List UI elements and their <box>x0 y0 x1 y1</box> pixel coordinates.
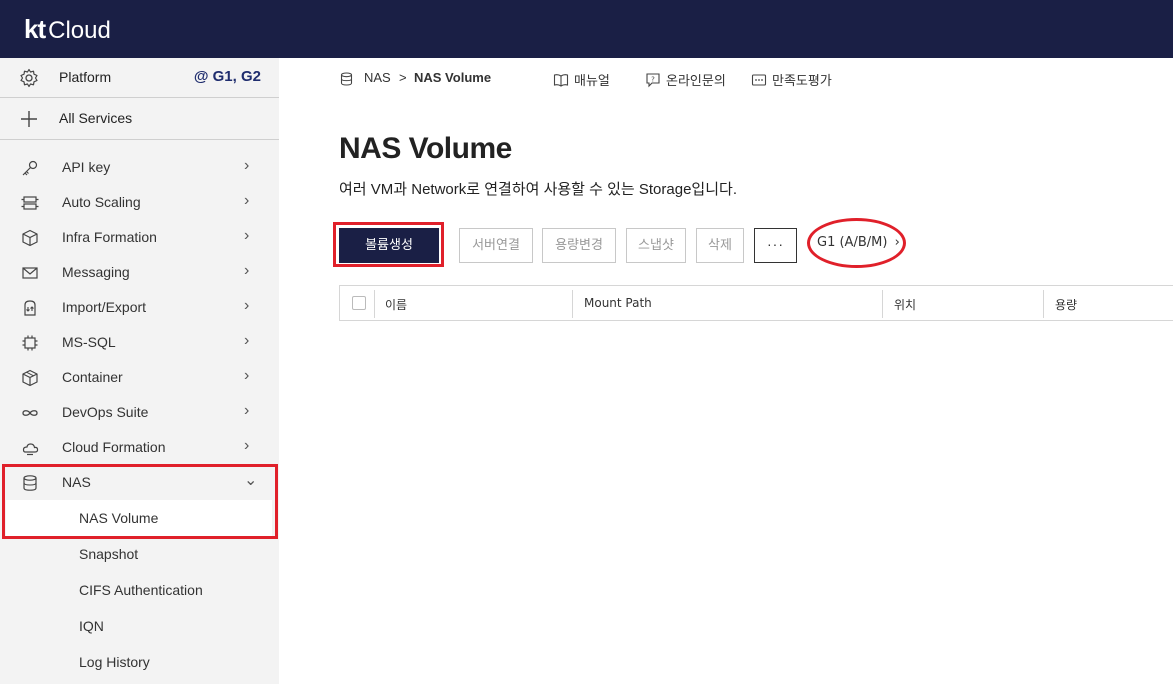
sidebar-item-label: Import/Export <box>62 299 147 315</box>
chevron-right-icon: › <box>244 402 250 419</box>
column-header-mount-path[interactable]: Mount Path <box>584 296 652 310</box>
servers-icon <box>21 196 39 210</box>
sidebar-item-label: API key <box>62 159 111 175</box>
sidebar-item-ms-sql[interactable]: MS-SQL › <box>0 325 279 360</box>
page-title: NAS Volume <box>339 132 512 165</box>
column-divider <box>374 290 375 318</box>
chevron-right-icon: › <box>244 367 250 384</box>
manual-link[interactable]: 매뉴얼 <box>553 70 610 89</box>
snapshot-button[interactable]: 스냅샷 <box>626 228 686 263</box>
all-services-label: All Services <box>59 110 133 126</box>
cube-icon <box>22 229 38 247</box>
sidebar-subitem-label: IQN <box>79 618 104 634</box>
sidebar-item-label: Container <box>62 369 123 385</box>
envelope-icon <box>22 267 38 279</box>
all-services-button[interactable]: All Services <box>0 98 279 140</box>
cloud-icon <box>22 443 39 456</box>
logo-kt: kt <box>24 14 46 44</box>
nas-highlight-box <box>2 464 278 539</box>
chevron-right-icon: › <box>244 227 250 244</box>
select-all-checkbox[interactable] <box>352 296 366 310</box>
table-header: 이름 Mount Path 위치 용량 <box>339 285 1173 321</box>
resize-button[interactable]: 용량변경 <box>542 228 616 263</box>
sidebar: Platform @ G1, G2 All Services API key ›… <box>0 58 279 684</box>
sidebar-item-container[interactable]: Container › <box>0 360 279 395</box>
connect-server-button[interactable]: 서버연결 <box>459 228 533 263</box>
sidebar-subitem-snapshot[interactable]: Snapshot <box>0 536 279 572</box>
page-description: 여러 VM과 Network로 연결하여 사용할 수 있는 Storage입니다… <box>339 181 737 198</box>
sidebar-subitem-iqn[interactable]: IQN <box>0 608 279 644</box>
sidebar-item-api-key[interactable]: API key › <box>0 150 279 185</box>
sidebar-subitem-cifs-authentication[interactable]: CIFS Authentication <box>0 572 279 608</box>
online-inquiry-link[interactable]: ? 온라인문의 <box>645 70 726 89</box>
import-export-icon <box>24 300 36 316</box>
sidebar-item-label: Messaging <box>62 264 130 280</box>
plus-icon <box>21 111 37 127</box>
kt-cloud-logo[interactable]: kt Cloud <box>24 13 111 47</box>
question-icon: ? <box>646 73 660 88</box>
delete-button[interactable]: 삭제 <box>696 228 744 263</box>
column-header-location[interactable]: 위치 <box>894 296 916 313</box>
region-highlight-circle <box>807 218 906 268</box>
chevron-right-icon: › <box>244 437 250 454</box>
platform-region: @ G1, G2 <box>193 68 261 85</box>
column-header-name[interactable]: 이름 <box>385 296 407 313</box>
platform-selector[interactable]: Platform @ G1, G2 <box>0 58 279 98</box>
sidebar-item-cloud-formation[interactable]: Cloud Formation › <box>0 430 279 465</box>
sidebar-item-devops-suite[interactable]: DevOps Suite › <box>0 395 279 430</box>
sidebar-item-infra-formation[interactable]: Infra Formation › <box>0 220 279 255</box>
breadcrumb-separator: > <box>399 70 407 85</box>
chevron-right-icon: › <box>244 297 250 314</box>
sidebar-item-messaging[interactable]: Messaging › <box>0 255 279 290</box>
column-header-capacity[interactable]: 용량 <box>1055 296 1077 313</box>
create-highlight-box <box>333 222 444 267</box>
sidebar-item-auto-scaling[interactable]: Auto Scaling › <box>0 185 279 220</box>
book-icon <box>553 74 569 87</box>
sidebar-item-label: Infra Formation <box>62 229 157 245</box>
column-divider <box>572 290 573 318</box>
sidebar-item-label: Cloud Formation <box>62 439 166 455</box>
logo-cloud: Cloud <box>48 17 111 44</box>
chevron-right-icon: › <box>244 192 250 209</box>
column-divider <box>882 290 883 318</box>
chevron-right-icon: › <box>244 157 250 174</box>
breadcrumb-current: NAS Volume <box>414 70 492 85</box>
sidebar-subitem-label: Snapshot <box>79 546 139 562</box>
chip-icon <box>22 335 38 351</box>
sidebar-item-label: DevOps Suite <box>62 404 149 420</box>
gear-icon <box>20 68 38 88</box>
column-divider <box>1043 290 1044 318</box>
sidebar-item-import-export[interactable]: Import/Export › <box>0 290 279 325</box>
manual-label: 매뉴얼 <box>574 73 610 88</box>
top-bar: kt Cloud <box>0 0 1173 58</box>
sidebar-subitem-log-history[interactable]: Log History <box>0 644 279 680</box>
sidebar-item-label: Auto Scaling <box>62 194 141 210</box>
chevron-right-icon: › <box>244 332 250 349</box>
chevron-right-icon: › <box>244 262 250 279</box>
key-icon <box>22 160 38 176</box>
svg-text:?: ? <box>651 76 655 84</box>
sidebar-item-label: MS-SQL <box>62 334 116 350</box>
infinity-icon <box>22 410 38 416</box>
survey-label: 만족도평가 <box>772 73 832 88</box>
online-inquiry-label: 온라인문의 <box>666 73 726 88</box>
sidebar-subitem-label: CIFS Authentication <box>79 582 203 598</box>
survey-link[interactable]: 만족도평가 <box>751 70 832 89</box>
more-button[interactable]: ··· <box>754 228 797 263</box>
platform-label: Platform <box>59 69 112 85</box>
container-icon <box>22 369 38 387</box>
database-icon <box>340 72 353 86</box>
breadcrumb-parent[interactable]: NAS <box>364 70 391 85</box>
chat-dots-icon <box>751 74 767 86</box>
sidebar-subitem-label: Log History <box>79 654 150 670</box>
